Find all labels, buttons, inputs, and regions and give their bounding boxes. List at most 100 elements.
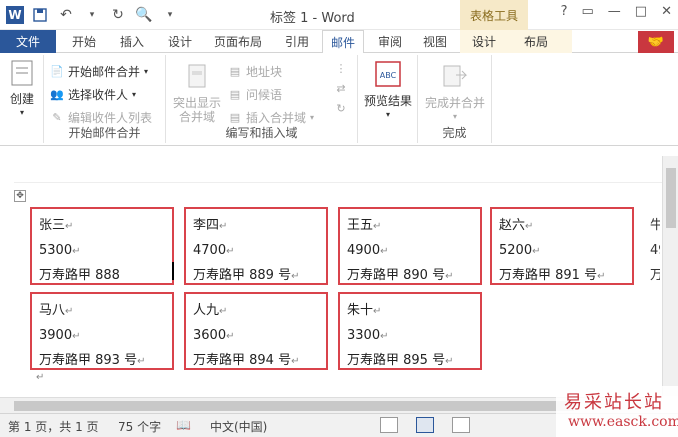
ribbon-display-button[interactable]: ▭	[582, 4, 594, 19]
language-indicator[interactable]: 中文(中国)	[210, 418, 267, 435]
undo-icon[interactable]: ↶	[56, 5, 76, 25]
tab-design[interactable]: 设计	[168, 33, 192, 50]
create-dropdown-icon: ▾	[19, 108, 24, 117]
chevron-down-icon: ▾	[132, 90, 137, 99]
label-cell[interactable]: 王五↵ 4900↵ 万寿路甲 890 号↵	[338, 207, 482, 285]
highlight-icon	[182, 61, 212, 93]
document-area[interactable]: ✥ 张三↵ 5300↵ 万寿路甲 888 李四↵ 4700↵ 万寿路甲 889 …	[0, 146, 678, 397]
dropdown-icon[interactable]: ▾	[82, 5, 102, 25]
chevron-down-icon: ▾	[144, 67, 149, 76]
minimize-button[interactable]: —	[608, 4, 621, 19]
update-labels-icon: ↻	[336, 101, 346, 115]
label-address: 万寿路甲 894 号	[193, 353, 292, 368]
highlight-merge-fields-button[interactable]: 突出显示 合并域	[168, 61, 226, 124]
tab-insert[interactable]: 插入	[120, 33, 144, 50]
paragraph-mark: ↵	[380, 246, 389, 257]
vertical-scroll-thumb[interactable]	[666, 168, 676, 228]
greeting-icon: ▤	[229, 88, 241, 101]
read-mode-icon[interactable]	[380, 417, 398, 433]
redo-icon[interactable]: ↻	[108, 5, 128, 25]
label-address: 万寿路甲 895 号	[347, 353, 446, 368]
tab-view[interactable]: 视图	[423, 33, 447, 50]
tab-home[interactable]: 开始	[72, 33, 96, 50]
text-cursor	[172, 262, 174, 280]
finish-merge-button[interactable]: 完成并合并 ▾	[422, 61, 488, 124]
horizontal-scroll-thumb[interactable]	[14, 401, 574, 411]
word-count[interactable]: 75 个字	[118, 418, 161, 435]
tab-file[interactable]: 文件	[0, 30, 56, 53]
label-amount: 4700	[193, 243, 227, 258]
match-fields-icon: ⇄	[336, 81, 346, 95]
window-controls: ? ▭ — □ ✕	[561, 4, 672, 19]
label-cell[interactable]: 人九↵ 3600↵ 万寿路甲 894 号↵	[184, 292, 328, 370]
maximize-button[interactable]: □	[635, 4, 647, 19]
select-recipients-label: 选择收件人	[68, 88, 129, 102]
help-button[interactable]: ?	[561, 4, 568, 19]
document-icon: 📄	[50, 65, 64, 78]
rules-update-buttons[interactable]: ⋮ ⇄ ↻	[334, 61, 348, 115]
page-count[interactable]: 第 1 页，共 1 页	[8, 418, 99, 435]
label-amount: 3300	[347, 328, 381, 343]
group-start-merge: 📄 开始邮件合并 ▾ 👥 选择收件人 ▾ ✎ 编辑收件人列表 开始邮件合并	[44, 55, 166, 143]
select-recipients-button[interactable]: 👥 选择收件人 ▾	[50, 86, 136, 103]
svg-text:ABC: ABC	[380, 71, 397, 80]
label-name: 王五	[347, 218, 374, 233]
greeting-line-button[interactable]: ▤ 问候语	[228, 86, 282, 103]
label-cell[interactable]: 张三↵ 5300↵ 万寿路甲 888	[30, 207, 174, 285]
tab-page-layout[interactable]: 页面布局	[214, 33, 262, 50]
label-amount: 5300	[39, 243, 73, 258]
paragraph-mark: ↵	[72, 331, 81, 342]
start-merge-label: 开始邮件合并	[68, 65, 141, 79]
paragraph-mark: ↵	[380, 331, 389, 342]
proofing-icon[interactable]: 📖	[176, 418, 191, 432]
ribbon-tabs: 文件 开始 插入 设计 页面布局 引用 邮件 审阅 视图 设计 布局 🤝	[0, 30, 678, 54]
label-address: 万寿路甲 890 号	[347, 268, 446, 283]
start-merge-button[interactable]: 📄 开始邮件合并 ▾	[50, 63, 148, 80]
print-layout-icon[interactable]	[416, 417, 434, 433]
address-block-button[interactable]: ▤ 地址块	[228, 63, 282, 80]
save-icon[interactable]	[30, 5, 50, 25]
page-top-edge	[14, 182, 662, 183]
edit-list-icon: ✎	[52, 111, 62, 124]
tab-table-layout[interactable]: 布局	[524, 33, 548, 50]
print-preview-icon[interactable]: 🔍	[134, 5, 154, 25]
paragraph-mark: ↵	[597, 271, 606, 282]
label-address: 万寿路甲 891 号	[499, 268, 598, 283]
tab-review[interactable]: 审阅	[378, 33, 402, 50]
watermark-title: 易采站长站	[564, 392, 664, 413]
group-write-insert: 突出显示 合并域 ▤ 地址块 ▤ 问候语 ▤ 插入合并域 ▾ ⋮ ⇄ ↻ 编写和…	[166, 55, 358, 143]
finish-group-label: 完成	[442, 126, 467, 140]
chevron-down-icon: ▾	[385, 110, 390, 119]
paragraph-mark: ↵	[65, 306, 74, 317]
vertical-scrollbar[interactable]	[662, 156, 678, 396]
tab-mailings[interactable]: 邮件	[322, 30, 365, 54]
label-cell[interactable]: 赵六↵ 5200↵ 万寿路甲 891 号↵	[490, 207, 634, 285]
create-button[interactable]: 创建 ▾	[4, 57, 40, 120]
greeting-label: 问候语	[246, 88, 283, 102]
rules-icon: ⋮	[335, 61, 347, 75]
label-cell[interactable]: 朱十↵ 3300↵ 万寿路甲 895 号↵	[338, 292, 482, 370]
word-logo-icon: W	[6, 6, 24, 24]
group-preview: ABC 预览结果 ▾	[358, 55, 418, 143]
label-cell[interactable]: 李四↵ 4700↵ 万寿路甲 889 号↵	[184, 207, 328, 285]
label-cell-partial[interactable]: 牛 49 万	[645, 207, 660, 287]
close-button[interactable]: ✕	[661, 4, 672, 19]
label-cell[interactable]: 马八↵ 3900↵ 万寿路甲 893 号↵	[30, 292, 174, 370]
tab-table-design[interactable]: 设计	[472, 33, 496, 50]
label-address: 万寿路甲 888	[39, 268, 120, 283]
customize-qat-icon[interactable]: ▾	[160, 5, 180, 25]
account-avatar-icon[interactable]: 🤝	[638, 31, 674, 53]
tab-references[interactable]: 引用	[285, 33, 309, 50]
label-amount: 5200	[499, 243, 533, 258]
label-name: 赵六	[499, 218, 526, 233]
web-layout-icon[interactable]	[452, 417, 470, 433]
preview-results-button[interactable]: ABC 预览结果 ▾	[360, 59, 416, 122]
watermark-url: www.easck.com	[568, 414, 678, 430]
label-address: 万寿路甲 893 号	[39, 353, 138, 368]
table-move-handle-icon[interactable]: ✥	[14, 190, 26, 202]
group-create: 创建 ▾	[0, 55, 44, 143]
quick-access-toolbar: W ↶ ▾ ↻ 🔍 ▾	[6, 5, 180, 25]
context-tab-group-label: 表格工具	[460, 0, 528, 30]
title-bar: W ↶ ▾ ↻ 🔍 ▾ 标签 1 - Word 表格工具 ? ▭ — □ ✕	[0, 0, 678, 30]
paragraph-mark: ↵	[219, 306, 228, 317]
